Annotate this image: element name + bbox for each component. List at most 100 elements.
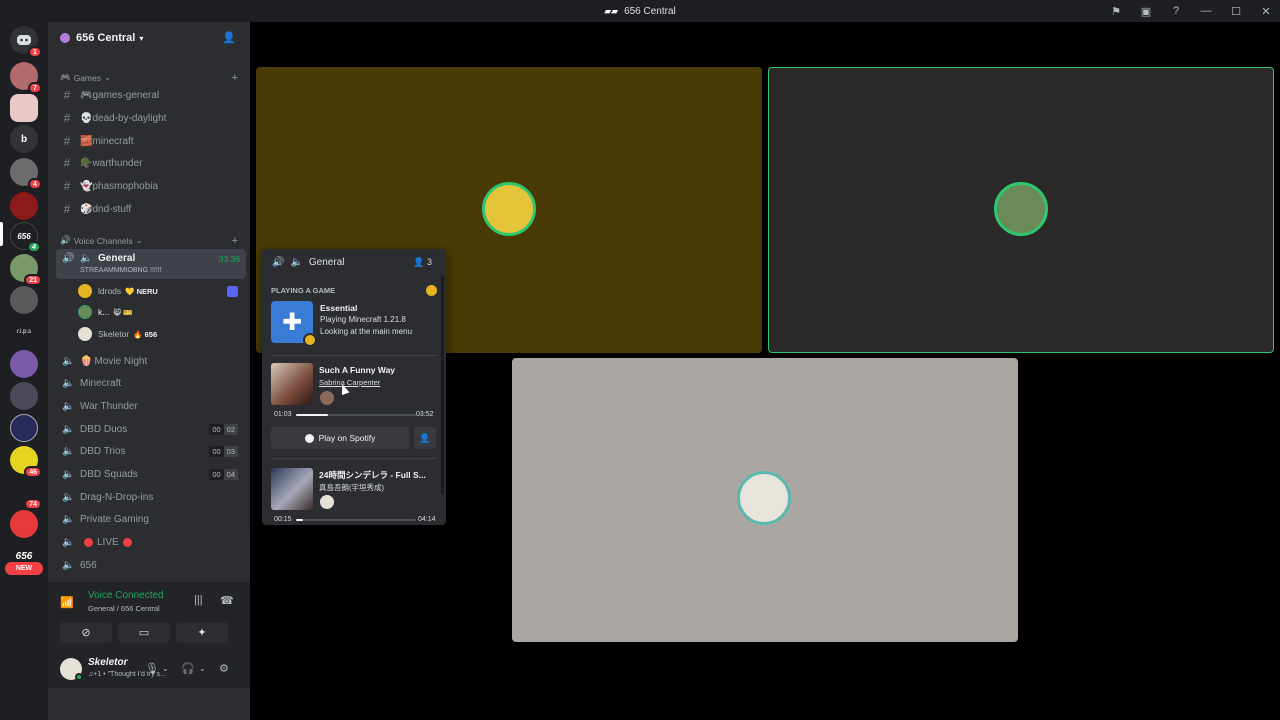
maximize-icon[interactable]: ☐ <box>1228 3 1244 19</box>
game-detail: Looking at the main menu <box>320 327 413 336</box>
user-name[interactable]: Skeletor <box>88 657 127 668</box>
server-icon[interactable] <box>10 94 38 122</box>
selected-server-pill <box>0 222 3 246</box>
server-icon-656-central[interactable]: 656 4 <box>10 222 41 253</box>
microphone-icon[interactable]: 🎙 <box>145 662 159 675</box>
live-stream-icon <box>227 285 238 297</box>
voice-channel-war-thunder[interactable]: 🔈 War Thunder <box>56 396 246 416</box>
noise-suppression-icon[interactable]: ||| <box>194 594 203 606</box>
participant-avatar <box>482 182 536 236</box>
server-logo-icon: ▰▰ <box>604 5 619 16</box>
chevron-down-icon: ▾ <box>139 33 144 43</box>
voice-channel-general[interactable]: 🔊 🔈 General 33:36 STREAAMMMIOBNG !!!!!! <box>56 249 246 279</box>
server-icon[interactable] <box>10 350 38 378</box>
participant-avatar <box>994 182 1048 236</box>
speaker-icon: 🔈 <box>62 377 75 389</box>
play-on-spotify-button[interactable]: Play on Spotify <box>271 427 409 449</box>
server-header[interactable]: 656 Central ▾ 👤 <box>48 22 250 54</box>
disconnect-icon[interactable]: ☎ <box>220 594 234 607</box>
channel-label: Movie Night <box>94 355 148 367</box>
voice-channel-656[interactable]: 🔈 656 <box>56 555 246 575</box>
close-icon[interactable]: ✕ <box>1258 3 1274 19</box>
create-channel-icon[interactable]: + <box>232 235 238 247</box>
signal-strength-icon[interactable]: 📶 <box>60 596 74 609</box>
channel-minecraft[interactable]: # 🧱minecraft <box>56 131 246 151</box>
settings-gear-icon[interactable]: ⚙ <box>219 662 229 675</box>
category-voice-channels[interactable]: 🔊 Voice Channels ⌄ + <box>60 235 238 247</box>
voice-status[interactable]: Voice Connected <box>88 590 164 601</box>
voice-channel-minecraft[interactable]: 🔈 Minecraft <box>56 373 246 393</box>
discord-logo-icon <box>17 35 31 45</box>
video-tile-speaking[interactable] <box>768 67 1274 353</box>
server-icon[interactable]: 7 <box>10 62 42 94</box>
activities-button[interactable]: ✦ <box>176 622 228 643</box>
server-icon[interactable] <box>10 510 38 538</box>
server-icon[interactable]: 46 <box>10 446 42 478</box>
voice-user[interactable]: k... 😸 🎫 <box>78 302 244 322</box>
user-name: ldrods <box>98 286 122 296</box>
help-icon[interactable]: ? <box>1168 3 1184 19</box>
server-icon[interactable] <box>10 192 38 220</box>
add-user-icon: 👤 <box>419 432 431 443</box>
album-art[interactable] <box>271 468 313 510</box>
inbox-flag-icon[interactable]: ⚑ <box>1108 3 1124 19</box>
server-icon[interactable]: 74 <box>10 478 42 510</box>
server-icon[interactable]: 4 <box>10 158 42 190</box>
user-tag: 💛 NERU <box>125 286 158 296</box>
album-art[interactable] <box>271 363 313 405</box>
screen-share-button[interactable]: ▭ <box>118 622 170 643</box>
song-artist[interactable]: Sabrina Carpenter <box>319 378 380 387</box>
server-icon[interactable] <box>10 286 38 314</box>
voice-channel-live[interactable]: 🔈 LIVE <box>56 532 246 552</box>
voice-user[interactable]: ldrods 💛 NERU <box>78 281 244 301</box>
voice-channel-dbd-duos[interactable]: 🔈 DBD Duos 00 02 <box>56 419 246 439</box>
speaker-icon: 🔈 <box>290 256 303 268</box>
video-tile[interactable] <box>512 358 1018 642</box>
minimize-icon[interactable]: — <box>1198 3 1214 19</box>
voice-channel-dbd-squads[interactable]: 🔈 DBD Squads 00 04 <box>56 464 246 484</box>
camera-off-button[interactable]: ⊘ <box>60 622 112 643</box>
dm-badge: 1 <box>28 46 42 58</box>
channel-dnd-stuff[interactable]: # 🎲dnd-stuff <box>56 199 246 219</box>
direct-messages-button[interactable]: 1 <box>10 26 42 58</box>
scrollbar[interactable] <box>441 275 444 495</box>
chevron-down-icon: ⌄ <box>104 72 112 82</box>
create-channel-icon[interactable]: + <box>232 72 238 84</box>
voice-channel-private-gaming[interactable]: 🔈 Private Gaming <box>56 509 246 529</box>
channel-dead-by-daylight[interactable]: # 💀dead-by-daylight <box>56 108 246 128</box>
voice-channel-popout: 🔊 🔈 General 👤 3 PLAYING A GAME ✚ Essenti… <box>262 249 446 525</box>
listen-along-button[interactable]: 👤 <box>414 427 436 449</box>
divider <box>271 355 437 356</box>
category-games[interactable]: 🎮 Games ⌄ + <box>60 72 238 84</box>
song-title: Such A Funny Way <box>319 365 396 375</box>
server-icon[interactable] <box>10 414 38 442</box>
avatar <box>320 391 334 405</box>
server-badge: 4 <box>27 241 41 253</box>
voice-channel-movie-night[interactable]: 🔈 🍿 Movie Night <box>56 351 246 371</box>
server-icon[interactable]: b <box>10 125 38 153</box>
speaker-icon: 🔈 <box>62 468 75 480</box>
channel-label: Drag-N-Drop-ins <box>80 491 154 503</box>
server-icon[interactable] <box>10 382 38 410</box>
voice-channel-drag-n-drop-ins[interactable]: 🔈 Drag-N-Drop-ins <box>56 487 246 507</box>
server-icon[interactable]: r.i.p.s <box>10 318 38 346</box>
channel-warthunder[interactable]: # 🪖warthunder <box>56 153 246 173</box>
channel-phasmophobia[interactable]: # 👻phasmophobia <box>56 176 246 196</box>
title-bar: ▰▰ 656 Central ⚑ ▣ ? — ☐ ✕ <box>0 0 1280 22</box>
voice-location[interactable]: General / 656 Central <box>88 604 160 613</box>
chevron-down-icon[interactable]: ⌄ <box>199 664 206 673</box>
inbox-icon[interactable]: ▣ <box>1138 3 1154 19</box>
user-name: k... <box>98 307 110 317</box>
voice-channel-dbd-trios[interactable]: 🔈 DBD Trios 00 03 <box>56 441 246 461</box>
chevron-down-icon[interactable]: ⌄ <box>162 664 169 673</box>
live-dot-icon <box>122 537 132 547</box>
channel-label: 💀dead-by-daylight <box>80 112 167 124</box>
channel-label: Minecraft <box>80 377 122 389</box>
channel-games-general[interactable]: # 🎮games-general <box>56 85 246 105</box>
server-icon[interactable]: 21 <box>10 254 42 286</box>
invite-people-icon[interactable]: 👤 <box>222 31 236 45</box>
window-title: 656 Central <box>624 5 676 17</box>
server-label: b <box>20 133 28 145</box>
headphones-icon[interactable]: 🎧 <box>181 662 195 675</box>
voice-user[interactable]: Skeletor 🔥 656 <box>78 324 244 344</box>
